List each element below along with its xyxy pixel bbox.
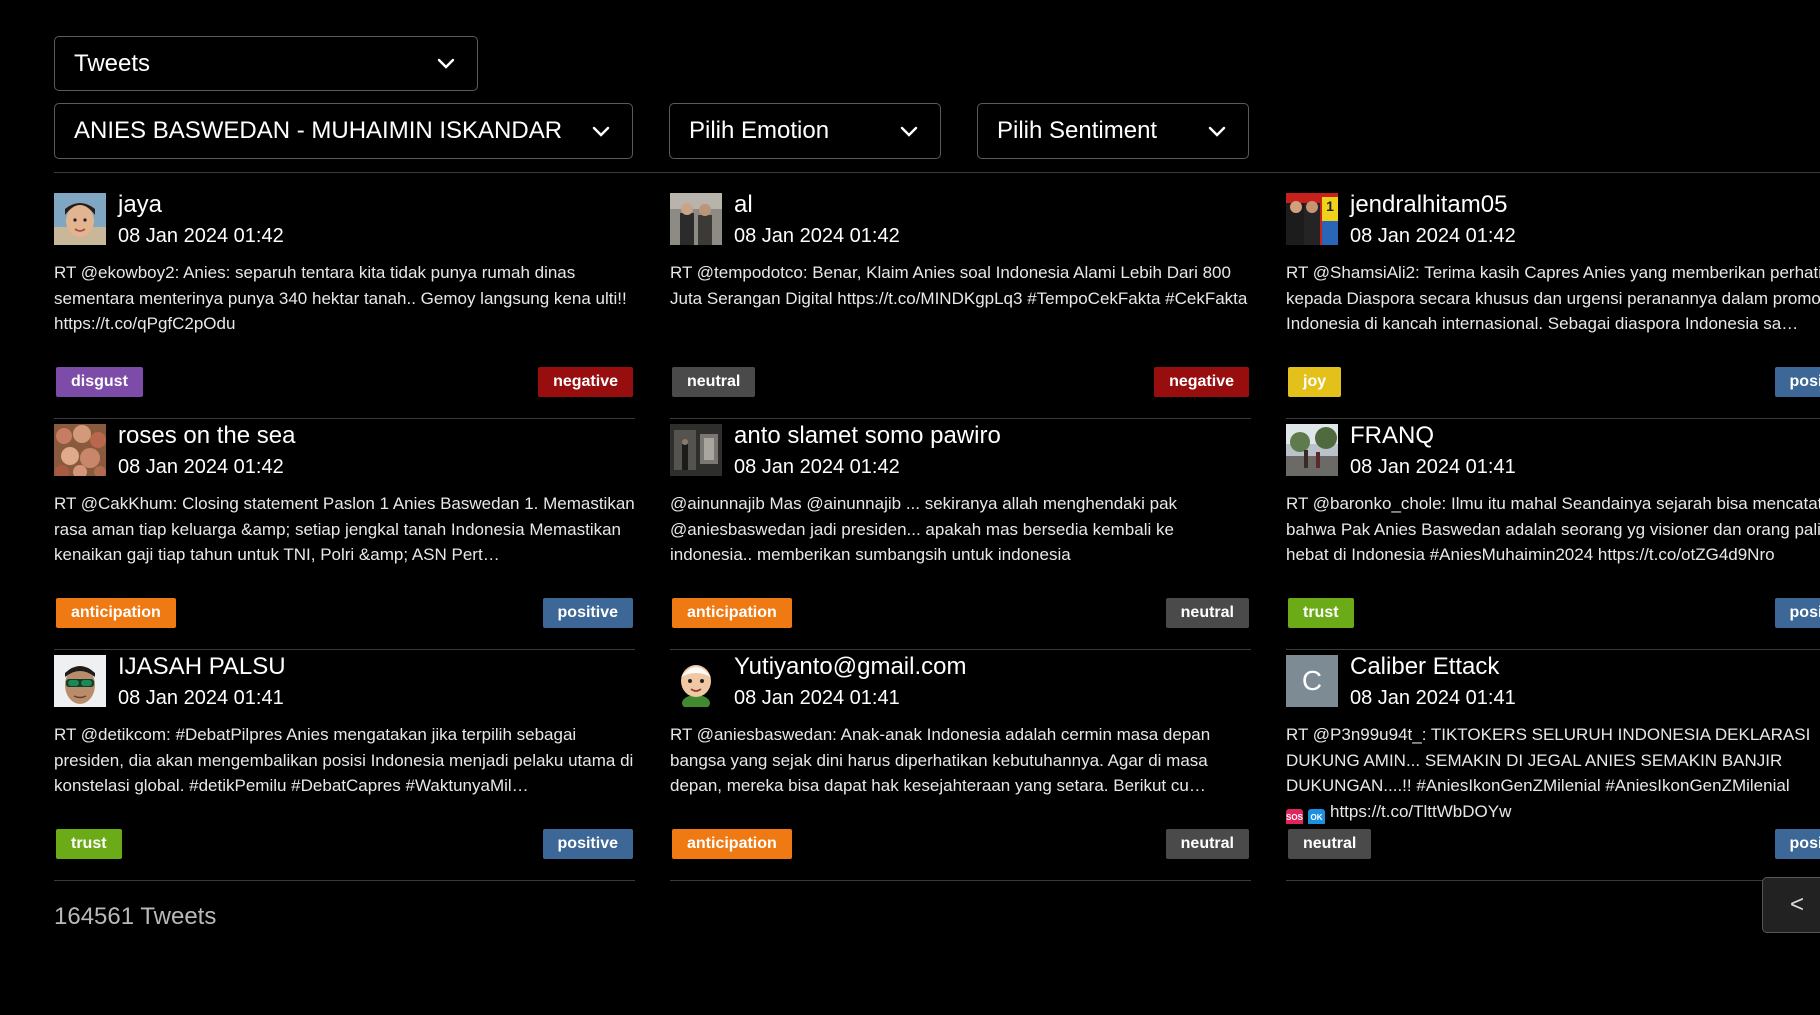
tweet-count: 164561 Tweets [54, 903, 217, 930]
tweet-date: 08 Jan 2024 01:42 [118, 225, 284, 247]
tweet-card: roses on the sea 08 Jan 2024 01:42 RT @C… [54, 419, 635, 650]
tweet-author[interactable]: jendralhitam05 [1350, 191, 1507, 219]
sentiment-badge: neutral [1165, 598, 1249, 628]
avatar [54, 424, 106, 476]
tweet-text: RT @P3n99u94t_: TIKTOKERS SELURUH INDONE… [1286, 722, 1820, 824]
tweet-card: Yutiyanto@gmail.com 08 Jan 2024 01:41 RT… [670, 650, 1251, 881]
chevron-down-icon [435, 53, 457, 75]
tweet-grid: jaya 08 Jan 2024 01:42 RT @ekowboy2: Ani… [54, 188, 1820, 881]
prev-page-button[interactable]: < [1762, 877, 1820, 933]
tweet-text-main: RT @P3n99u94t_: TIKTOKERS SELURUH INDONE… [1286, 725, 1816, 795]
tweet-link[interactable]: https://t.co/TlttWbDOYw [1330, 802, 1511, 821]
tweet-author[interactable]: Caliber Ettack [1350, 653, 1499, 681]
avatar: C [1286, 655, 1338, 707]
type-select[interactable]: Tweets [54, 36, 478, 91]
tweet-date: 08 Jan 2024 01:42 [118, 456, 284, 478]
tweet-text: RT @ShamsiAli2: Terima kasih Capres Anie… [1286, 263, 1820, 333]
tweet-date: 08 Jan 2024 01:42 [734, 456, 900, 478]
sentiment-badge: positive [542, 598, 633, 628]
tweet-card: FRANQ 08 Jan 2024 01:41 RT @baronko_chol… [1286, 419, 1820, 650]
emotion-select-value: Pilih Emotion [689, 117, 830, 144]
avatar [670, 193, 722, 245]
tweet-card: IJASAH PALSU 08 Jan 2024 01:41 RT @detik… [54, 650, 635, 881]
tweet-date: 08 Jan 2024 01:41 [118, 687, 284, 709]
emotion-badge: neutral [1288, 829, 1372, 859]
tweet-card: jaya 08 Jan 2024 01:42 RT @ekowboy2: Ani… [54, 188, 635, 419]
tweet-date: 08 Jan 2024 01:42 [734, 225, 900, 247]
sentiment-badge: negative [1154, 367, 1249, 397]
ok-emoji: OK [1308, 808, 1325, 824]
tweet-date: 08 Jan 2024 01:42 [1350, 225, 1516, 247]
tweet-date: 08 Jan 2024 01:41 [1350, 687, 1516, 709]
tweet-author[interactable]: jaya [118, 191, 162, 219]
tweet-author[interactable]: roses on the sea [118, 422, 295, 450]
tweet-text: RT @tempodotco: Benar, Klaim Anies soal … [670, 263, 1248, 308]
emotion-select[interactable]: Pilih Emotion [669, 103, 941, 159]
emotion-badge: trust [56, 829, 122, 859]
tweet-card: 1 jendralhitam05 08 Jan 2024 01:42 RT @S… [1286, 188, 1820, 419]
emotion-badge: joy [1288, 367, 1342, 397]
tweet-author[interactable]: al [734, 191, 753, 219]
tweet-text: RT @ekowboy2: Anies: separuh tentara kit… [54, 263, 632, 333]
emotion-badge: neutral [672, 367, 756, 397]
tweet-text: RT @aniesbaswedan: Anak-anak Indonesia a… [670, 725, 1215, 795]
sos-emoji: SOS [1286, 808, 1303, 824]
avatar [54, 193, 106, 245]
avatar [54, 655, 106, 707]
avatar: 1 [1286, 193, 1338, 245]
tweet-text: RT @CakKhum: Closing statement Paslon 1 … [54, 494, 635, 564]
tweet-author[interactable]: anto slamet somo pawiro [734, 422, 1001, 450]
candidate-pair-select[interactable]: ANIES BASWEDAN - MUHAIMIN ISKANDAR [54, 103, 633, 159]
tweet-text: @ainunnajib Mas @ainunnajib ... sekirany… [670, 494, 1182, 564]
svg-text:1: 1 [1326, 198, 1334, 214]
chevron-down-icon [1206, 120, 1228, 142]
sentiment-badge: negative [538, 367, 633, 397]
tweet-date: 08 Jan 2024 01:41 [1350, 456, 1516, 478]
emotion-badge: disgust [56, 367, 143, 397]
sentiment-select[interactable]: Pilih Sentiment [977, 103, 1249, 159]
candidate-pair-value: ANIES BASWEDAN - MUHAIMIN ISKANDAR [74, 117, 563, 144]
tweet-text: RT @detikcom: #DebatPilpres Anies mengat… [54, 725, 634, 795]
avatar-letter: C [1301, 665, 1323, 696]
tweet-card: al 08 Jan 2024 01:42 RT @tempodotco: Ben… [670, 188, 1251, 419]
emotion-badge: anticipation [56, 598, 176, 628]
chevron-down-icon [590, 120, 612, 142]
emotion-badge: anticipation [672, 598, 792, 628]
avatar [670, 424, 722, 476]
sentiment-badge: positive [1774, 829, 1820, 859]
chevron-down-icon [898, 120, 920, 142]
tweet-author[interactable]: IJASAH PALSU [118, 653, 286, 681]
filter-divider [54, 172, 1820, 173]
avatar [1286, 424, 1338, 476]
tweet-author[interactable]: Yutiyanto@gmail.com [734, 653, 966, 681]
sentiment-badge: positive [1774, 598, 1820, 628]
tweet-text: RT @baronko_chole: Ilmu itu mahal Seanda… [1286, 494, 1820, 564]
emotion-badge: anticipation [672, 829, 792, 859]
tweet-author[interactable]: FRANQ [1350, 422, 1434, 450]
avatar [670, 655, 722, 707]
sentiment-badge: positive [542, 829, 633, 859]
type-select-value: Tweets [74, 49, 151, 77]
tweet-card: C Caliber Ettack 08 Jan 2024 01:41 RT @P… [1286, 650, 1820, 881]
sentiment-badge: positive [1774, 367, 1820, 397]
sentiment-select-value: Pilih Sentiment [997, 117, 1158, 144]
tweet-date: 08 Jan 2024 01:41 [734, 687, 900, 709]
sentiment-badge: neutral [1165, 829, 1249, 859]
tweet-card: anto slamet somo pawiro 08 Jan 2024 01:4… [670, 419, 1251, 650]
emotion-badge: trust [1288, 598, 1354, 628]
